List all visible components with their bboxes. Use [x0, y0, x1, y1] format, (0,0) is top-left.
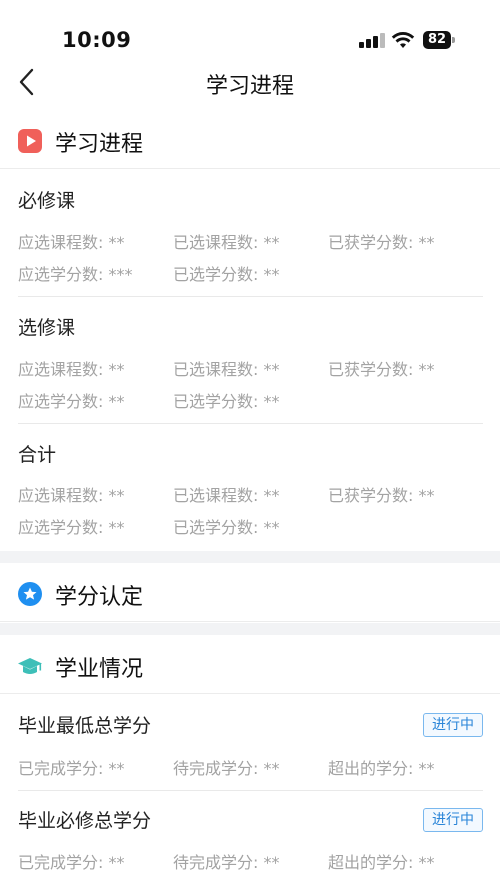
battery-level: 82: [423, 31, 451, 49]
field-excess-credits: 超出的学分: **: [328, 759, 435, 778]
field-excess-credits: 超出的学分: **: [328, 853, 435, 872]
field-selected-courses: 已选课程数: **: [173, 233, 280, 252]
section-header-credit[interactable]: 学分认定: [0, 566, 500, 622]
star-icon: [18, 582, 42, 606]
item-title-min-credits: 毕业最低总学分: [18, 715, 152, 737]
field-completed-credits: 已完成学分: **: [18, 853, 125, 872]
section-gap: [0, 623, 500, 635]
status-badge: 进行中: [423, 808, 483, 832]
field-required-courses: 应选课程数: **: [18, 486, 125, 505]
status-bar: 10:09 82: [0, 0, 500, 60]
field-pending-credits: 待完成学分: **: [173, 759, 280, 778]
section-title: 学分认定: [55, 585, 144, 610]
field-earned-credits: 已获学分数: **: [328, 486, 435, 505]
field-completed-credits: 已完成学分: **: [18, 759, 125, 778]
field-selected-credits: 已选学分数: **: [173, 265, 280, 284]
field-selected-credits: 已选学分数: **: [173, 392, 280, 411]
item-title-required-credits: 毕业必修总学分: [18, 810, 152, 832]
group-title-required: 必修课: [18, 190, 76, 212]
status-time: 10:09: [62, 28, 132, 52]
page-title: 学习进程: [205, 74, 294, 99]
section-header-academic: 学业情况: [0, 638, 500, 694]
field-required-credits: 应选学分数: ***: [18, 265, 133, 284]
field-selected-courses: 已选课程数: **: [173, 360, 280, 379]
section-gap: [0, 551, 500, 563]
field-pending-credits: 待完成学分: **: [173, 853, 280, 872]
group-title-total: 合计: [18, 444, 57, 466]
signal-icon: [359, 32, 385, 48]
field-earned-credits: 已获学分数: **: [328, 233, 435, 252]
field-selected-credits: 已选学分数: **: [173, 518, 280, 537]
play-icon: [18, 129, 42, 153]
field-selected-courses: 已选课程数: **: [173, 486, 280, 505]
field-earned-credits: 已获学分数: **: [328, 360, 435, 379]
battery-icon: 82: [423, 31, 455, 49]
field-required-credits: 应选学分数: **: [18, 518, 125, 537]
section-title: 学业情况: [55, 657, 144, 682]
field-required-courses: 应选课程数: **: [18, 360, 125, 379]
group-title-elective: 选修课: [18, 317, 76, 339]
field-required-credits: 应选学分数: **: [18, 392, 125, 411]
field-required-courses: 应选课程数: **: [18, 233, 125, 252]
divider: [18, 790, 483, 791]
wifi-icon: [391, 32, 415, 48]
status-badge: 进行中: [423, 713, 483, 737]
section-header-progress: 学习进程: [0, 113, 500, 169]
section-title: 学习进程: [55, 132, 144, 157]
divider: [18, 296, 483, 297]
nav-bar: 学习进程: [0, 60, 500, 104]
graduation-cap-icon: [18, 658, 42, 674]
divider: [18, 423, 483, 424]
